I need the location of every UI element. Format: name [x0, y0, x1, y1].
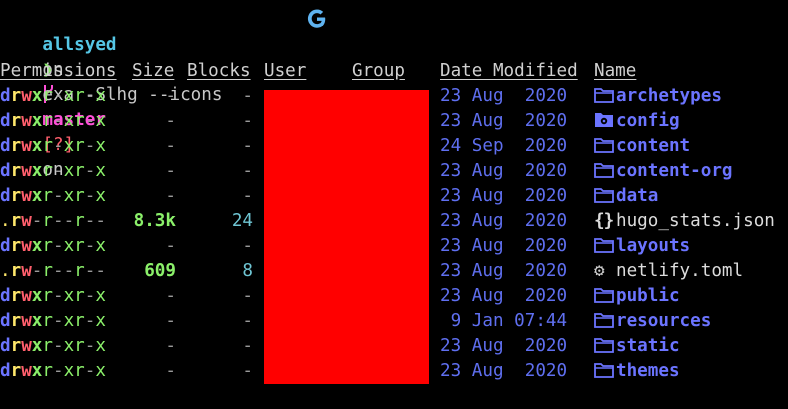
- size-cell: -: [165, 86, 176, 106]
- name-cell[interactable]: content: [594, 134, 690, 159]
- json-icon: {}: [594, 211, 614, 231]
- folder-icon: [594, 84, 616, 109]
- header-blocks: Blocks: [187, 61, 251, 81]
- directory-name[interactable]: archetypes: [616, 86, 722, 106]
- permissions-cell: drwxr-xr-x: [0, 161, 106, 181]
- folder-icon: [594, 234, 616, 259]
- folder-icon: [594, 134, 616, 159]
- terminal-window[interactable]: allsyed on master [?] on ❯ exa -Slhg --i…: [0, 0, 788, 409]
- permissions-cell: drwxr-xr-x: [0, 136, 106, 156]
- permissions-cell: drwxr-xr-x: [0, 311, 106, 331]
- size-cell: -: [165, 311, 176, 331]
- name-cell[interactable]: archetypes: [594, 84, 722, 109]
- permissions-cell: .rw-r--r--: [0, 261, 106, 281]
- date-modified-cell: 23 Aug 2020: [440, 161, 568, 181]
- name-cell[interactable]: static: [594, 334, 680, 359]
- date-modified-cell: 23 Aug 2020: [440, 261, 568, 281]
- blocks-cell: -: [242, 361, 253, 381]
- file-name[interactable]: netlify.toml: [616, 261, 743, 281]
- name-cell[interactable]: data: [594, 184, 658, 209]
- name-cell[interactable]: resources: [594, 309, 711, 334]
- permissions-cell: drwxr-xr-x: [0, 361, 106, 381]
- permissions-cell: drwxr-xr-x: [0, 336, 106, 356]
- date-modified-cell: 24 Sep 2020: [440, 136, 568, 156]
- directory-name[interactable]: public: [616, 286, 680, 306]
- date-modified-cell: 23 Aug 2020: [440, 236, 568, 256]
- date-modified-cell: 23 Aug 2020: [440, 86, 568, 106]
- header-group: Group: [352, 61, 405, 81]
- size-cell: -: [165, 336, 176, 356]
- directory-name[interactable]: static: [616, 336, 680, 356]
- header-user: User: [264, 61, 307, 81]
- blocks-cell: -: [242, 186, 253, 206]
- permissions-cell: drwxr-xr-x: [0, 286, 106, 306]
- directory-name[interactable]: config: [616, 111, 680, 131]
- blocks-cell: -: [242, 161, 253, 181]
- date-modified-cell: 23 Aug 2020: [440, 361, 568, 381]
- directory-name[interactable]: themes: [616, 361, 680, 381]
- name-cell[interactable]: layouts: [594, 234, 690, 259]
- date-modified-cell: 23 Aug 2020: [440, 286, 568, 306]
- permissions-cell: drwxr-xr-x: [0, 236, 106, 256]
- size-cell: -: [165, 186, 176, 206]
- directory-name[interactable]: content-org: [616, 161, 733, 181]
- size-cell: -: [165, 286, 176, 306]
- date-modified-cell: 23 Aug 2020: [440, 186, 568, 206]
- folder-icon: [594, 334, 616, 359]
- header-permissions: Permissions: [0, 61, 117, 81]
- folder-icon: [594, 159, 616, 184]
- blocks-cell: 8: [242, 261, 253, 281]
- permissions-cell: .rw-r--r--: [0, 211, 106, 231]
- blocks-cell: -: [242, 336, 253, 356]
- google-cloud-icon: [307, 9, 326, 28]
- date-modified-cell: 23 Aug 2020: [440, 211, 568, 231]
- command-line[interactable]: ❯ exa -Slhg --icons: [0, 33, 222, 105]
- date-modified-cell: 23 Aug 2020: [440, 336, 568, 356]
- permissions-cell: drwxr-xr-x: [0, 86, 106, 106]
- folder-icon: [594, 359, 616, 384]
- permissions-cell: drwxr-xr-x: [0, 111, 106, 131]
- folder-icon: [594, 284, 616, 309]
- blocks-cell: -: [242, 236, 253, 256]
- directory-name[interactable]: data: [616, 186, 658, 206]
- prompt-line: allsyed on master [?] on: [0, 8, 116, 180]
- header-date-modified: Date Modified: [440, 61, 578, 81]
- redacted-user-group: [264, 90, 429, 384]
- date-modified-cell: 9 Jan 07:44: [440, 311, 568, 331]
- name-cell[interactable]: content-org: [594, 159, 733, 184]
- blocks-cell: -: [242, 136, 253, 156]
- size-cell: -: [165, 111, 176, 131]
- name-cell[interactable]: themes: [594, 359, 680, 384]
- config-folder-icon: [594, 109, 616, 134]
- gear-icon: ⚙: [594, 261, 605, 281]
- blocks-cell: -: [242, 311, 253, 331]
- file-name[interactable]: hugo_stats.json: [616, 211, 775, 231]
- folder-icon: [594, 309, 616, 334]
- name-cell[interactable]: {} hugo_stats.json: [594, 209, 775, 234]
- blocks-cell: 24: [231, 211, 253, 231]
- date-modified-cell: 23 Aug 2020: [440, 111, 568, 131]
- blocks-cell: -: [242, 286, 253, 306]
- size-cell: 8.3k: [133, 211, 176, 231]
- name-cell[interactable]: public: [594, 284, 680, 309]
- size-cell: 609: [144, 261, 176, 281]
- blocks-cell: -: [242, 111, 253, 131]
- size-cell: -: [165, 361, 176, 381]
- name-cell[interactable]: ⚙ netlify.toml: [594, 259, 743, 284]
- size-cell: -: [165, 161, 176, 181]
- listing-header: Permissions Size Blocks User Group Date …: [0, 59, 788, 84]
- folder-icon: [594, 184, 616, 209]
- directory-name[interactable]: content: [616, 136, 690, 156]
- directory-name[interactable]: resources: [616, 311, 711, 331]
- permissions-cell: drwxr-xr-x: [0, 186, 106, 206]
- size-cell: -: [165, 136, 176, 156]
- header-name: Name: [594, 61, 637, 81]
- directory-name[interactable]: layouts: [616, 236, 690, 256]
- blocks-cell: -: [242, 86, 253, 106]
- size-cell: -: [165, 236, 176, 256]
- header-size: Size: [132, 61, 175, 81]
- name-cell[interactable]: config: [594, 109, 680, 134]
